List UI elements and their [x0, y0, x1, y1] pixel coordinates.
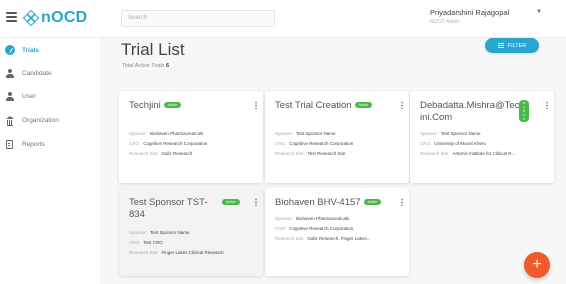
sidebar-item-label: User — [22, 92, 36, 100]
trial-count-value: 6 — [166, 63, 170, 69]
trial-sponsor: Sponsor: Test Sponsor Name — [420, 131, 481, 136]
caret-down-icon[interactable]: ▼ — [536, 9, 542, 15]
hamburger-menu-icon[interactable] — [6, 12, 17, 22]
user-icon — [4, 91, 15, 102]
sidebar-item-organization[interactable]: Organization — [4, 113, 96, 127]
trial-site: Research Site: Finger Lakes Clinical Rese… — [129, 250, 224, 255]
user-role: NOCD Admin — [430, 19, 461, 25]
status-badge: Active — [354, 102, 373, 108]
search-input[interactable]: Search — [121, 10, 275, 27]
trial-card[interactable]: Test Trial Creation Active Sponsor: Test S… — [265, 91, 409, 183]
trial-title: Test Trial Creation Active — [275, 100, 383, 112]
logo[interactable]: nOCD — [22, 8, 88, 28]
trial-site: Research Site: Galiz Research — [129, 151, 193, 156]
more-options-icon[interactable] — [255, 198, 257, 206]
trial-sponsor: Sponsor: Biohaven Pharmaceuticals — [129, 131, 204, 136]
status-badge: Active — [363, 199, 382, 205]
add-trial-button[interactable]: + — [524, 252, 550, 278]
main-content: Trial List Total Active Trials 6 FILTER … — [100, 38, 566, 284]
trial-sponsor: Sponsor: Test Sponsor Name — [129, 230, 190, 235]
sidebar-item-reports[interactable]: Reports — [4, 137, 96, 151]
trial-count: Total Active Trials 6 — [122, 63, 169, 69]
sidebar-item-candidate[interactable]: Candidate — [4, 66, 96, 80]
trial-cro: CRO: University of Mount Kheru — [420, 141, 487, 146]
trial-title: Debadatta.Mishra@Techjini.Com Active — [420, 100, 530, 124]
sidebar-item-label: Reports — [22, 140, 45, 148]
user-name: Priyadarshini Rajagopal — [430, 8, 510, 17]
trial-card[interactable]: Biohaven BHV-4157 Active Sponsor: Biohaven… — [265, 188, 409, 276]
candidate-icon — [4, 68, 15, 79]
report-icon — [4, 139, 15, 150]
sidebar: Trials Candidate User Organization Repor… — [0, 38, 100, 284]
sidebar-item-label: Candidate — [22, 69, 52, 77]
sidebar-item-trials[interactable]: Trials — [4, 43, 96, 57]
filter-icon — [497, 43, 504, 48]
user-menu[interactable]: Priyadarshini Rajagopal NOCD Admin ▼ — [430, 8, 550, 25]
trial-title: Techjini Active — [129, 100, 237, 112]
trial-count-label: Total Active Trials — [122, 63, 165, 69]
status-badge: Active — [163, 102, 182, 108]
bank-icon — [4, 115, 15, 126]
trial-sponsor: Sponsor: Biohaven Pharmaceuticals — [275, 216, 350, 221]
more-options-icon[interactable] — [401, 101, 403, 109]
logo-mark-icon — [22, 9, 40, 26]
top-bar: nOCD Search Priyadarshini Rajagopal NOCD… — [0, 0, 566, 38]
trial-card[interactable]: Debadatta.Mishra@Techjini.Com Active Spon… — [410, 91, 554, 183]
more-options-icon[interactable] — [546, 101, 548, 109]
sidebar-item-label: Organization — [22, 116, 59, 124]
trial-card[interactable]: Test Sponsor TST-834 Active Sponsor: Test… — [119, 188, 263, 276]
trial-title: Test Sponsor TST-834 — [129, 197, 208, 220]
trial-title: Biohaven BHV-4157 Active — [275, 197, 383, 209]
sidebar-item-user[interactable]: User — [4, 89, 96, 103]
trial-cro: CRO: Cognitive Research Corporation — [275, 226, 354, 231]
trial-cro: CRO: Cognitive Research Corporation — [129, 141, 208, 146]
sidebar-item-label: Trials — [22, 46, 39, 54]
filter-button[interactable]: FILTER — [485, 38, 539, 53]
page-title: Trial List — [121, 40, 185, 59]
more-options-icon[interactable] — [401, 198, 403, 206]
status-badge: Active — [519, 100, 530, 122]
check-circle-icon — [4, 45, 15, 56]
trial-card[interactable]: Techjini Active Sponsor: Biohaven Pharmace… — [119, 91, 263, 183]
trial-cro: CRO: Test CRO — [129, 240, 163, 245]
trial-cro: CRO: Cognitive Research Corporation — [275, 141, 354, 146]
filter-label: FILTER — [507, 42, 527, 49]
trial-site: Research Site: Artemis Institute for Clin… — [420, 151, 516, 156]
logo-text: nOCD — [41, 9, 88, 26]
trial-sponsor: Sponsor: Test Sponsor Name — [275, 131, 336, 136]
status-badge: Active — [222, 199, 240, 205]
trial-site: Research Site: Galiz Research, Finger Lak… — [275, 236, 371, 241]
trial-site: Research Site: Test Research Site — [275, 151, 346, 156]
more-options-icon[interactable] — [255, 101, 257, 109]
